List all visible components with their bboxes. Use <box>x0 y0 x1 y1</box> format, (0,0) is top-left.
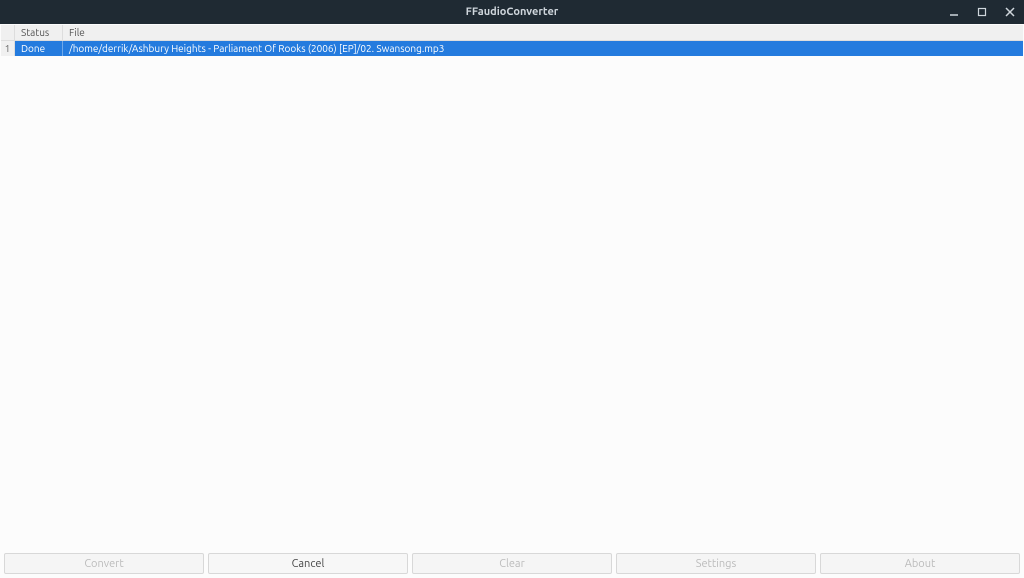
settings-button[interactable]: Settings <box>616 553 816 574</box>
titlebar: FFaudioConverter <box>0 0 1024 24</box>
column-header-status[interactable]: Status <box>15 25 63 40</box>
main-content: Status File 1 Done /home/derrik/Ashbury … <box>0 24 1024 578</box>
cell-status[interactable]: Done <box>15 41 63 56</box>
file-table[interactable]: Status File 1 Done /home/derrik/Ashbury … <box>1 25 1023 548</box>
rownum-header <box>1 25 15 40</box>
convert-button[interactable]: Convert <box>4 553 204 574</box>
window-title: FFaudioConverter <box>466 6 559 18</box>
button-bar: Convert Cancel Clear Settings About <box>0 549 1024 578</box>
table-body: 1 Done /home/derrik/Ashbury Heights - Pa… <box>1 41 1023 56</box>
minimize-button[interactable] <box>944 2 964 22</box>
window-controls <box>944 0 1020 24</box>
maximize-button[interactable] <box>972 2 992 22</box>
about-button[interactable]: About <box>820 553 1020 574</box>
table-row[interactable]: 1 Done /home/derrik/Ashbury Heights - Pa… <box>1 41 1023 56</box>
row-number[interactable]: 1 <box>1 41 15 56</box>
column-header-file[interactable]: File <box>63 25 1023 40</box>
table-header: Status File <box>1 25 1023 41</box>
clear-button[interactable]: Clear <box>412 553 612 574</box>
close-button[interactable] <box>1000 2 1020 22</box>
cancel-button[interactable]: Cancel <box>208 553 408 574</box>
cell-file[interactable]: /home/derrik/Ashbury Heights - Parliamen… <box>63 41 1023 56</box>
